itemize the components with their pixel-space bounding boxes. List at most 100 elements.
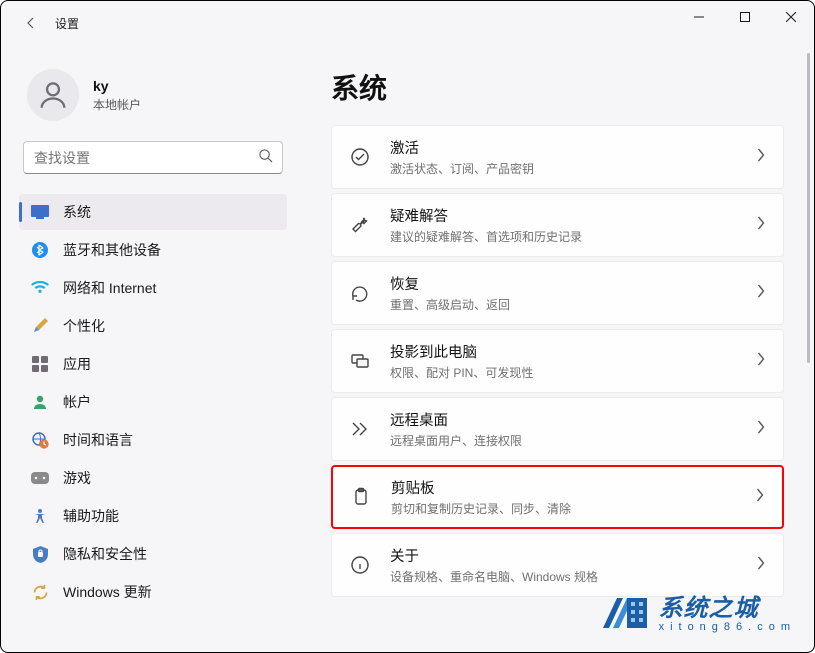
card-body: 关于 设备规格、重命名电脑、Windows 规格 [390, 545, 737, 585]
main-content: 系统 激活 激活状态、订阅、产品密钥 [301, 45, 814, 652]
minimize-icon [694, 12, 704, 22]
card-subtitle: 权限、配对 PIN、可发现性 [390, 364, 737, 381]
nav-item-bluetooth[interactable]: 蓝牙和其他设备 [19, 232, 287, 268]
nav-item-gaming[interactable]: 游戏 [19, 460, 287, 496]
watermark-logo-icon [599, 584, 651, 636]
card-body: 剪贴板 剪切和复制历史记录、同步、清除 [391, 477, 736, 517]
card-subtitle: 重置、高级启动、返回 [390, 296, 737, 313]
nav-label: 个性化 [63, 316, 105, 336]
page-title: 系统 [331, 67, 784, 107]
card-title: 激活 [390, 137, 737, 158]
close-icon [786, 12, 796, 22]
card-recovery[interactable]: 恢复 重置、高级启动、返回 [331, 261, 784, 325]
profile-text: ky 本地帐户 [93, 78, 141, 113]
chevron-right-icon [757, 556, 765, 575]
chevron-right-icon [757, 148, 765, 167]
chevron-right-icon [757, 420, 765, 439]
nav-item-windows-update[interactable]: Windows 更新 [19, 574, 287, 610]
card-title: 投影到此电脑 [390, 341, 737, 362]
card-body: 投影到此电脑 权限、配对 PIN、可发现性 [390, 341, 737, 381]
card-title: 剪贴板 [391, 477, 736, 498]
chevron-right-icon [756, 488, 764, 507]
watermark-text: 系统之城 xitong86.com [659, 588, 796, 633]
search-icon [258, 148, 273, 168]
chevron-right-icon [757, 284, 765, 303]
system-icon [31, 203, 49, 221]
card-title: 疑难解答 [390, 205, 737, 226]
project-icon [350, 351, 370, 371]
recovery-icon [350, 283, 370, 303]
nav-label: 帐户 [63, 392, 91, 412]
card-subtitle: 剪切和复制历史记录、同步、清除 [391, 500, 736, 517]
wifi-icon [31, 279, 49, 297]
card-title: 恢复 [390, 273, 737, 294]
card-body: 远程桌面 远程桌面用户、连接权限 [390, 409, 737, 449]
nav-item-personalization[interactable]: 个性化 [19, 308, 287, 344]
nav-label: 时间和语言 [63, 430, 133, 450]
watermark-url: xitong86.com [659, 621, 796, 633]
card-subtitle: 建议的疑难解答、首选项和历史记录 [390, 228, 737, 245]
profile-name: ky [93, 78, 141, 94]
scrollbar-thumb[interactable] [807, 53, 810, 363]
settings-window: 设置 ky 本地帐户 [0, 0, 815, 653]
nav-label: 隐私和安全性 [63, 544, 147, 564]
card-subtitle: 远程桌面用户、连接权限 [390, 432, 737, 449]
account-icon [31, 393, 49, 411]
update-icon [31, 583, 49, 601]
wrench-icon [350, 215, 370, 235]
remote-desktop-icon [350, 419, 370, 439]
window-controls [676, 1, 814, 33]
settings-cards: 激活 激活状态、订阅、产品密钥 疑难解答 建议的疑难解答、首选项和历史记录 [331, 125, 784, 597]
card-body: 恢复 重置、高级启动、返回 [390, 273, 737, 313]
watermark-title: 系统之城 [659, 588, 796, 623]
profile-block[interactable]: ky 本地帐户 [19, 45, 287, 141]
chevron-right-icon [757, 216, 765, 235]
nav-item-privacy[interactable]: 隐私和安全性 [19, 536, 287, 572]
nav-label: 游戏 [63, 468, 91, 488]
search-wrap [23, 141, 283, 174]
search-input[interactable] [23, 141, 283, 174]
brush-icon [31, 317, 49, 335]
apps-icon [31, 355, 49, 373]
nav-label: 蓝牙和其他设备 [63, 240, 161, 260]
card-activation[interactable]: 激活 激活状态、订阅、产品密钥 [331, 125, 784, 189]
nav-item-time-language[interactable]: 时间和语言 [19, 422, 287, 458]
card-troubleshoot[interactable]: 疑难解答 建议的疑难解答、首选项和历史记录 [331, 193, 784, 257]
nav-label: 网络和 Internet [63, 278, 156, 298]
card-title: 远程桌面 [390, 409, 737, 430]
nav-item-system[interactable]: 系统 [19, 194, 287, 230]
card-body: 疑难解答 建议的疑难解答、首选项和历史记录 [390, 205, 737, 245]
avatar [27, 69, 79, 121]
maximize-button[interactable] [722, 1, 768, 33]
titlebar: 设置 [1, 1, 814, 45]
nav-item-network[interactable]: 网络和 Internet [19, 270, 287, 306]
watermark: 系统之城 xitong86.com [593, 580, 802, 640]
nav-item-accessibility[interactable]: 辅助功能 [19, 498, 287, 534]
info-icon [350, 555, 370, 575]
nav-item-apps[interactable]: 应用 [19, 346, 287, 382]
bluetooth-icon [31, 241, 49, 259]
card-projecting[interactable]: 投影到此电脑 权限、配对 PIN、可发现性 [331, 329, 784, 393]
minimize-button[interactable] [676, 1, 722, 33]
chevron-right-icon [757, 352, 765, 371]
shield-icon [31, 545, 49, 563]
card-title: 关于 [390, 545, 737, 566]
nav-list: 系统 蓝牙和其他设备 网络和 Internet [19, 194, 287, 610]
card-subtitle: 激活状态、订阅、产品密钥 [390, 160, 737, 177]
arrow-left-icon [23, 15, 39, 31]
accessibility-icon [31, 507, 49, 525]
card-clipboard[interactable]: 剪贴板 剪切和复制历史记录、同步、清除 [331, 465, 784, 529]
sidebar: ky 本地帐户 系统 [1, 45, 301, 652]
window-title: 设置 [55, 15, 79, 32]
card-remote-desktop[interactable]: 远程桌面 远程桌面用户、连接权限 [331, 397, 784, 461]
nav-item-accounts[interactable]: 帐户 [19, 384, 287, 420]
maximize-icon [740, 12, 750, 22]
profile-subtitle: 本地帐户 [93, 96, 141, 113]
card-body: 激活 激活状态、订阅、产品密钥 [390, 137, 737, 177]
globe-clock-icon [31, 431, 49, 449]
nav-label: 应用 [63, 354, 91, 374]
back-button[interactable] [19, 11, 43, 35]
nav-label: Windows 更新 [63, 582, 152, 602]
close-button[interactable] [768, 1, 814, 33]
nav-label: 系统 [63, 202, 91, 222]
